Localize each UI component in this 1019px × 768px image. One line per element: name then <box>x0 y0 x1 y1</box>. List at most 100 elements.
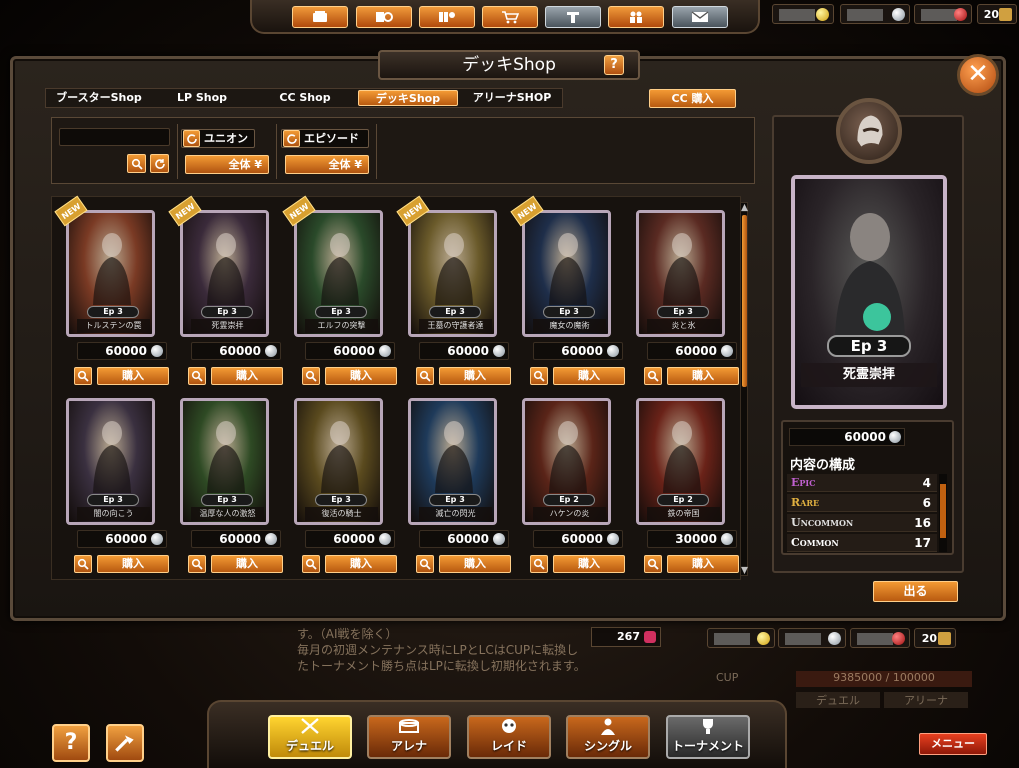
episode-select[interactable]: 全体 ¥ <box>285 155 369 174</box>
nav-button-tournament[interactable]: トーナメント <box>666 715 750 759</box>
deck-card-art-frame[interactable]: Ep 3 トルステンの罠 <box>66 210 155 337</box>
deck-card-art-frame[interactable]: Ep 3 温厚な人の激怒 <box>180 398 269 525</box>
deck-card[interactable]: Ep 3 トルステンの罠 NEW 60000 購入 <box>54 195 169 385</box>
nav-button-single[interactable]: シングル <box>566 715 650 759</box>
buy-button[interactable]: 購入 <box>667 555 739 573</box>
zoom-button[interactable] <box>74 555 92 573</box>
zoom-button[interactable] <box>188 555 206 573</box>
union-select[interactable]: 全体 ¥ <box>185 155 269 174</box>
silver-coin-icon <box>151 533 163 545</box>
buy-button[interactable]: 購入 <box>439 367 511 385</box>
deck-card[interactable]: Ep 3 闇の向こう 60000 購入 <box>61 392 169 573</box>
nav-button-raid[interactable]: レイド <box>467 715 551 759</box>
silver-coin-icon <box>889 431 901 443</box>
zoom-button[interactable] <box>188 367 206 385</box>
deck-card[interactable]: Ep 2 鉄の帝国 30000 購入 <box>631 392 739 573</box>
deck-card-art-frame[interactable]: Ep 2 鉄の帝国 <box>636 398 725 525</box>
deck-card[interactable]: Ep 3 復活の騎士 60000 購入 <box>289 392 397 573</box>
deck-edit-button[interactable] <box>356 6 412 28</box>
tournament-t-icon <box>567 12 579 23</box>
deck-card-episode: Ep 2 <box>657 494 709 506</box>
points-display: 267 <box>591 627 661 647</box>
search-icon <box>647 370 659 382</box>
scroll-thumb[interactable] <box>742 215 747 387</box>
buy-button[interactable]: 購入 <box>553 367 625 385</box>
deck-card[interactable]: Ep 2 ハケンの炎 60000 購入 <box>517 392 625 573</box>
zoom-button[interactable] <box>644 367 662 385</box>
buy-button[interactable]: 購入 <box>667 367 739 385</box>
energy-resource-2: 20 <box>914 628 956 648</box>
buy-button[interactable]: 購入 <box>439 555 511 573</box>
deck-card[interactable]: Ep 3 死霊崇拝 NEW 60000 購入 <box>168 195 283 385</box>
buy-button[interactable]: 購入 <box>211 555 283 573</box>
buy-button[interactable]: 購入 <box>325 555 397 573</box>
tab-deck-shop[interactable]: デッキShop <box>358 90 458 106</box>
rarity-row: Common 17 <box>787 534 937 552</box>
zoom-button[interactable] <box>416 367 434 385</box>
contents-scrollbar[interactable] <box>939 474 947 552</box>
buy-button[interactable]: 購入 <box>553 555 625 573</box>
shop-button[interactable] <box>482 6 538 28</box>
deck-card[interactable]: Ep 3 エルフの突撃 NEW 60000 購入 <box>282 195 397 385</box>
deck-card-art-frame[interactable]: Ep 2 ハケンの炎 <box>522 398 611 525</box>
mail-button[interactable] <box>672 6 728 28</box>
cc-buy-button[interactable]: CC 購入 <box>649 89 736 108</box>
deck-card-name: 温厚な人の激怒 <box>191 507 264 521</box>
tab-lp-shop[interactable]: LP Shop <box>162 90 242 106</box>
search-input[interactable] <box>59 128 170 146</box>
deck-card[interactable]: Ep 3 滅亡の閃光 60000 購入 <box>403 392 511 573</box>
help-button[interactable]: ? <box>604 55 624 75</box>
search-icon <box>419 558 431 570</box>
tab-booster-shop[interactable]: ブースターShop <box>50 90 148 106</box>
nav-button-arena[interactable]: アレナ <box>367 715 451 759</box>
deck-contents: 60000 内容の構成 Epic 4 Rare 6 Uncommon 16 Common 17 <box>781 420 954 555</box>
union-refresh-icon[interactable] <box>183 130 200 147</box>
deck-card-art-frame[interactable]: Ep 3 死霊崇拝 <box>180 210 269 337</box>
buy-button[interactable]: 購入 <box>211 367 283 385</box>
close-button[interactable]: ✕ <box>957 54 999 96</box>
buy-button[interactable]: 購入 <box>97 367 169 385</box>
search-button[interactable] <box>127 154 146 173</box>
help-round-button[interactable]: ? <box>52 724 90 762</box>
cards-button[interactable] <box>292 6 348 28</box>
zoom-button[interactable] <box>302 367 320 385</box>
deck-card[interactable]: Ep 3 魔女の魔術 NEW 60000 購入 <box>510 195 625 385</box>
exit-button[interactable]: 出る <box>873 581 958 602</box>
zoom-button[interactable] <box>416 555 434 573</box>
deck-card-art-frame[interactable]: Ep 3 炎と氷 <box>636 210 725 337</box>
deck-card[interactable]: Ep 3 温厚な人の激怒 60000 購入 <box>175 392 283 573</box>
deck-card-price: 60000 <box>77 342 167 360</box>
deck-card[interactable]: Ep 3 王墓の守護者達 NEW 60000 購入 <box>396 195 511 385</box>
deck-card-art-frame[interactable]: Ep 3 復活の騎士 <box>294 398 383 525</box>
deck-card-art-frame[interactable]: Ep 3 魔女の魔術 <box>522 210 611 337</box>
scroll-down-arrow[interactable] <box>741 566 748 575</box>
episode-refresh-icon[interactable] <box>283 130 300 147</box>
deck-card[interactable]: Ep 3 炎と氷 60000 購入 <box>631 204 739 385</box>
deck-card-art-frame[interactable]: Ep 3 滅亡の閃光 <box>408 398 497 525</box>
deck-card-art-frame[interactable]: Ep 3 エルフの突撃 <box>294 210 383 337</box>
friends-button[interactable] <box>608 6 664 28</box>
zoom-button[interactable] <box>644 555 662 573</box>
search-icon <box>533 558 545 570</box>
zoom-button[interactable] <box>530 555 548 573</box>
scroll-up-arrow[interactable] <box>741 203 748 212</box>
buy-button[interactable]: 購入 <box>97 555 169 573</box>
grid-scrollbar[interactable] <box>740 202 748 576</box>
tab-arena-shop[interactable]: アリーナSHOP <box>464 90 560 106</box>
zoom-button[interactable] <box>74 367 92 385</box>
deck-card-art-frame[interactable]: Ep 3 王墓の守護者達 <box>408 210 497 337</box>
deck-card-figure <box>663 233 701 305</box>
tournament-menu-button[interactable] <box>545 6 601 28</box>
collection-button[interactable] <box>419 6 475 28</box>
deck-card-art-frame[interactable]: Ep 3 闇の向こう <box>66 398 155 525</box>
buy-button[interactable]: 購入 <box>325 367 397 385</box>
shop-tabs: ブースターShop LP Shop CC Shop デッキShop アリーナSH… <box>45 88 563 108</box>
settings-tool-button[interactable] <box>106 724 144 762</box>
zoom-button[interactable] <box>530 367 548 385</box>
tab-cc-shop[interactable]: CC Shop <box>266 90 344 106</box>
nav-button-crossed-swords[interactable]: デュエル <box>268 715 352 759</box>
zoom-button[interactable] <box>302 555 320 573</box>
ruby-resource <box>914 4 972 24</box>
reset-search-button[interactable] <box>150 154 169 173</box>
menu-button[interactable]: メニュー <box>919 733 987 755</box>
